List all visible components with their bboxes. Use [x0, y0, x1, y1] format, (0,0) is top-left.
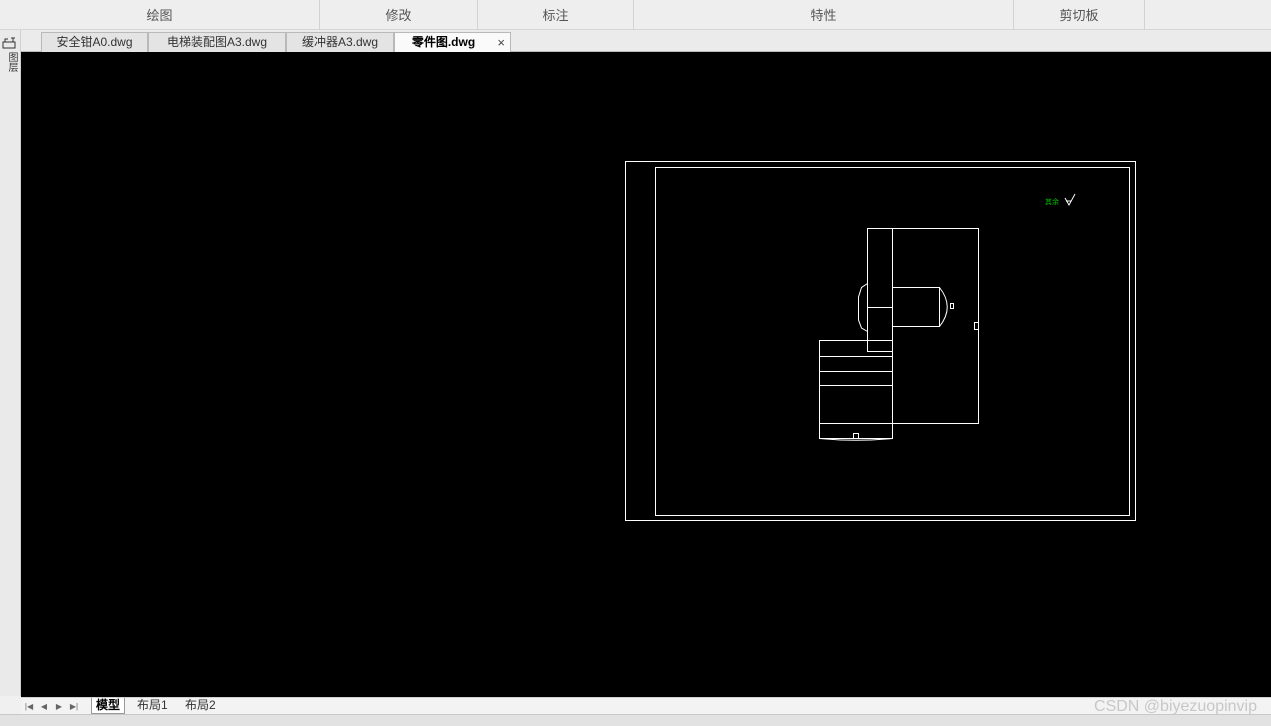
part-notch: [974, 322, 979, 330]
drawing-canvas[interactable]: 其余: [21, 52, 1271, 697]
drawing-lines: [625, 161, 1136, 521]
part-bulge: [858, 283, 868, 332]
roughness-symbol: [1064, 193, 1076, 207]
last-layout-icon[interactable]: ▶|: [67, 700, 81, 713]
ribbon-group-bar: 绘图 修改 标注 特性 剪切板: [0, 0, 1271, 30]
layout-tab-layout1[interactable]: 布局1: [133, 698, 172, 714]
tab-document-3[interactable]: 缓冲器A3.dwg: [286, 32, 394, 52]
ribbon-group-draw[interactable]: 绘图: [0, 0, 320, 30]
ribbon-group-annotate[interactable]: 标注: [478, 0, 634, 30]
ribbon-group-properties[interactable]: 特性: [634, 0, 1014, 30]
status-bar: [0, 714, 1271, 726]
tab-label: 安全钳A0.dwg: [56, 35, 133, 49]
prev-layout-icon[interactable]: ◀: [37, 700, 51, 713]
document-tab-bar: 安全钳A0.dwg 电梯装配图A3.dwg 缓冲器A3.dwg 零件图.dwg …: [21, 30, 1271, 53]
palette-label[interactable]: 图层: [3, 52, 17, 72]
part-small-rect: [950, 303, 954, 309]
layout-tab-bar: |◀ ◀ ▶ ▶| 模型 布局1 布局2: [21, 697, 1271, 714]
tab-document-2[interactable]: 电梯装配图A3.dwg: [148, 32, 286, 52]
layout-tab-layout2[interactable]: 布局2: [181, 698, 220, 714]
tab-document-1[interactable]: 安全钳A0.dwg: [41, 32, 148, 52]
tab-label: 电梯装配图A3.dwg: [166, 35, 268, 49]
left-palette-strip: 图层: [0, 30, 21, 696]
part-drawing: [819, 228, 979, 441]
part-small-square: [853, 433, 859, 439]
close-tab-icon[interactable]: ×: [497, 33, 505, 52]
part-arc: [939, 287, 948, 327]
part-column: [867, 228, 893, 352]
tab-label: 零件图.dwg: [411, 35, 476, 49]
tab-document-active[interactable]: 零件图.dwg ×: [394, 32, 511, 53]
roughness-note: 其余: [1045, 197, 1059, 206]
watermark-text: CSDN @biyezuopinvip: [1094, 698, 1257, 715]
palette-tools-icon[interactable]: [2, 37, 18, 49]
next-layout-icon[interactable]: ▶: [52, 700, 66, 713]
ribbon-group-clipboard[interactable]: 剪切板: [1014, 0, 1145, 30]
ribbon-group-modify[interactable]: 修改: [320, 0, 478, 30]
layout-tab-model[interactable]: 模型: [91, 698, 126, 714]
part-boss: [892, 287, 940, 327]
tab-label: 缓冲器A3.dwg: [301, 35, 379, 49]
first-layout-icon[interactable]: |◀: [22, 700, 36, 713]
drawing-svg: 其余: [625, 161, 1136, 521]
cad-window: 绘图 修改 标注 特性 剪切板 图层 安全钳A0.dwg 电梯装配图A3.dwg…: [0, 0, 1271, 726]
